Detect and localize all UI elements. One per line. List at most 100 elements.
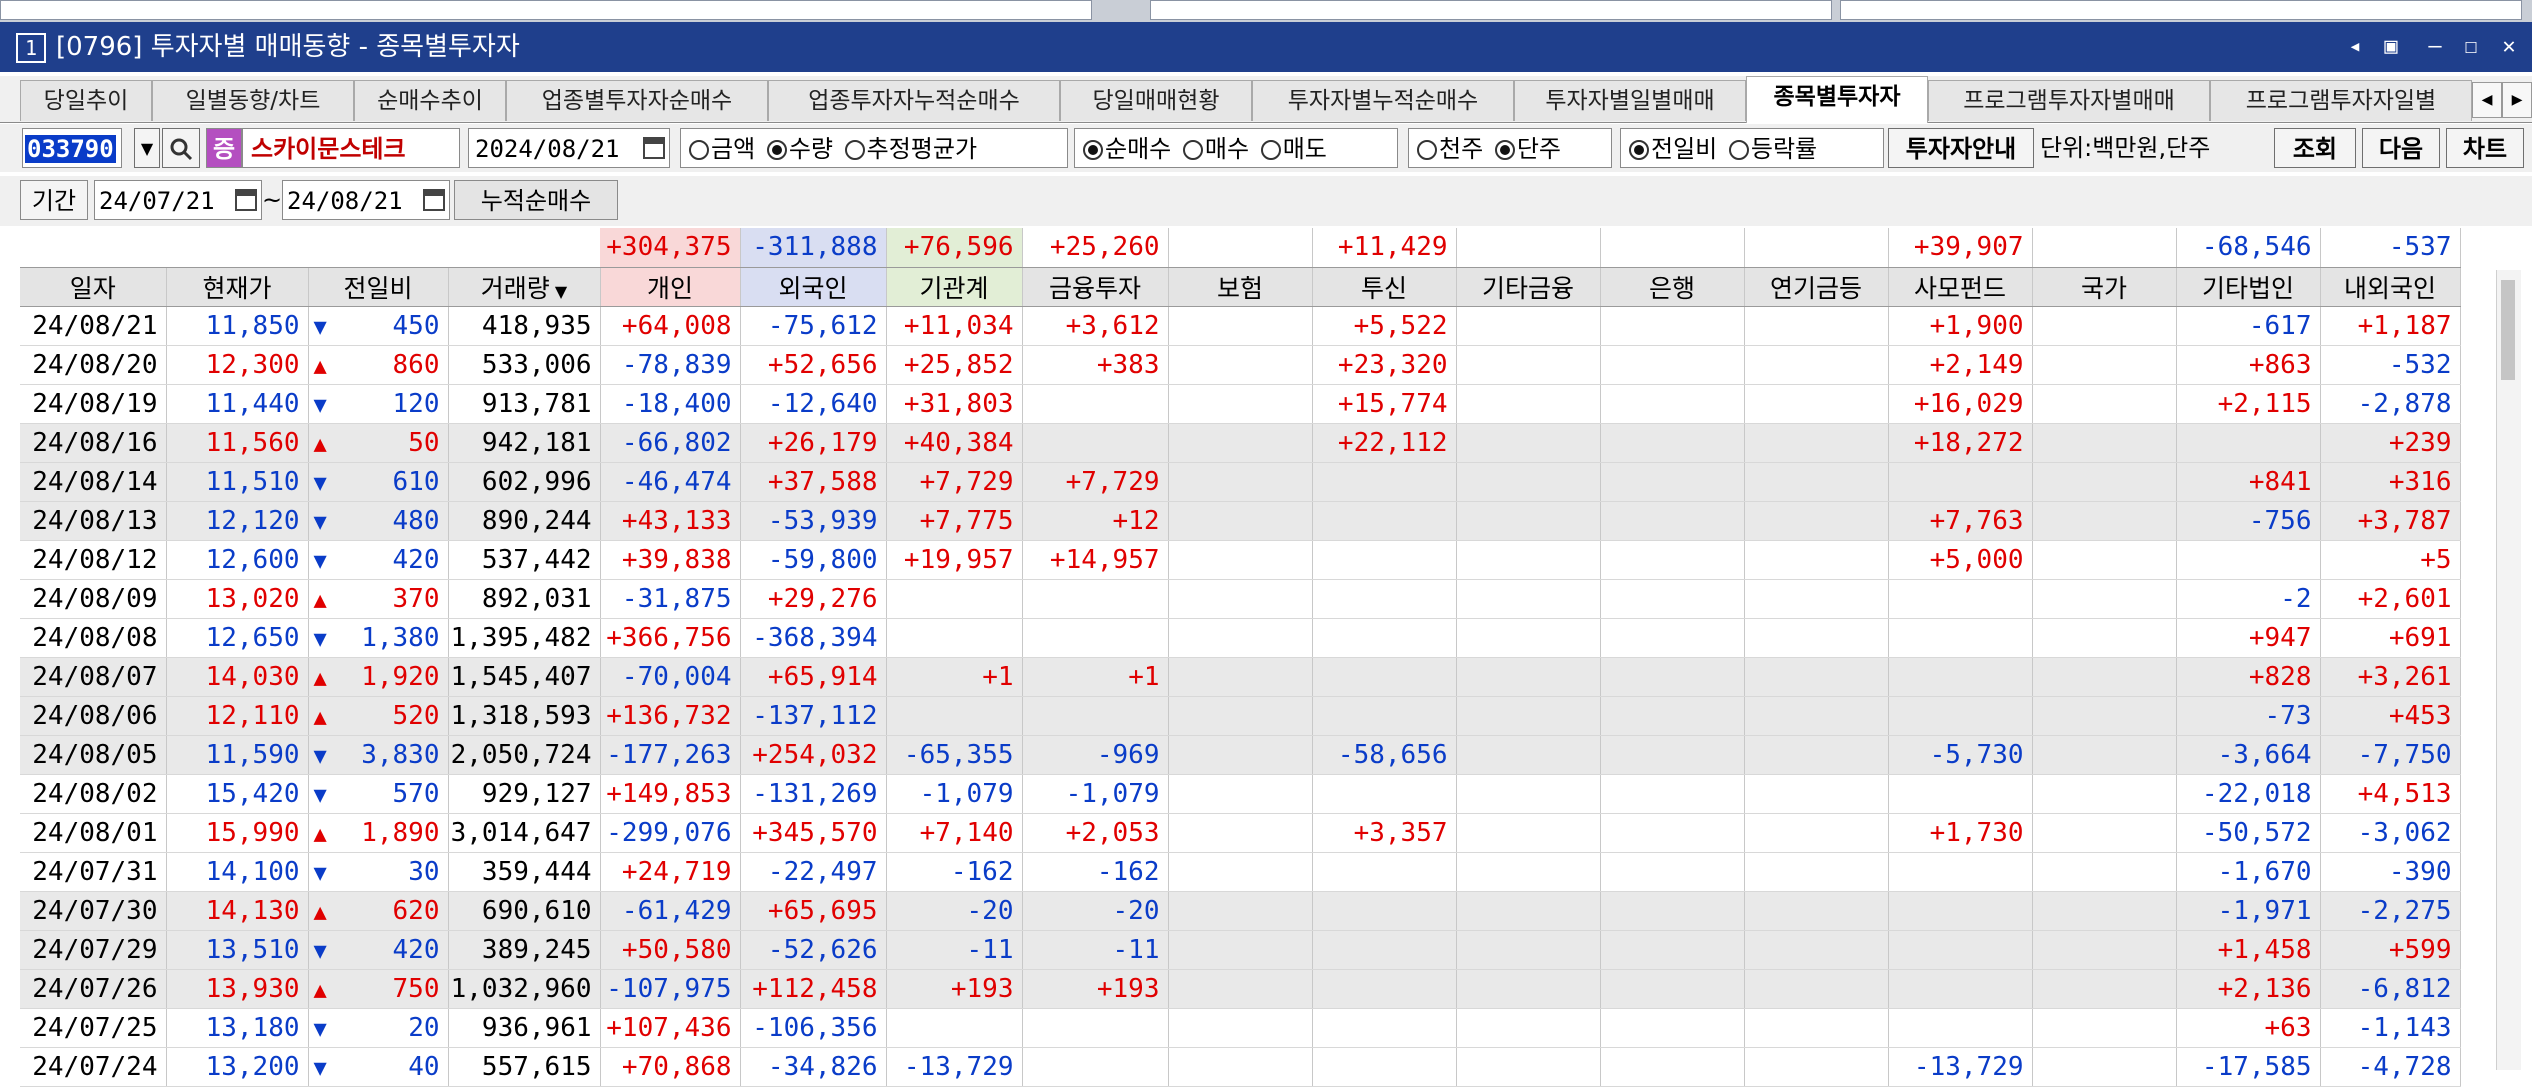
table-row[interactable]: 24/08/06 12,110 ▲ 520 1,318,593 +136,732 -137,…	[20, 696, 2461, 736]
change-value: 420	[392, 934, 440, 965]
period-to-input[interactable]: 24/08/21	[282, 180, 450, 220]
tab-net-buy-trend[interactable]: 순매수추이	[354, 80, 506, 121]
next-button[interactable]: 다음	[2362, 128, 2440, 168]
column-header[interactable]: 외국인	[740, 267, 887, 307]
investor-cell: +64,008	[600, 306, 741, 346]
tab-investor-cum-net-buy[interactable]: 투자자별누적순매수	[1252, 80, 1514, 121]
table-row[interactable]: 24/08/08 12,650 ▼ 1,380 1,395,482 +366,756 -36…	[20, 618, 2461, 658]
chart-button[interactable]: 차트	[2446, 128, 2524, 168]
table-row[interactable]: 24/08/07 14,030 ▲ 1,920 1,545,407 -70,004 +65,…	[20, 657, 2461, 697]
column-header[interactable]: 투신	[1312, 267, 1457, 307]
tab-scroll-right-icon[interactable]: ▶	[2502, 82, 2532, 118]
column-header[interactable]: 전일비	[308, 267, 449, 307]
radio-amount[interactable]: 금액	[685, 135, 755, 163]
investor-cell: +24,719	[600, 852, 741, 892]
radio-thousand-shares[interactable]: 천주	[1413, 135, 1483, 163]
table-row[interactable]: 24/08/13 12,120 ▼ 480 890,244 +43,133 -53,939 +…	[20, 501, 2461, 541]
radio-change-rate[interactable]: 등락률	[1725, 135, 1817, 163]
investor-cell	[1456, 462, 1601, 502]
table-row[interactable]: 24/08/14 11,510 ▼ 610 602,996 -46,474 +37,588 +…	[20, 462, 2461, 502]
tab-sector-cum-net-buy[interactable]: 업종투자자누적순매수	[768, 80, 1060, 121]
code-dropdown-icon[interactable]: ▼	[134, 128, 160, 168]
search-button[interactable]: 조회	[2274, 128, 2356, 168]
investor-cell	[1744, 891, 1889, 931]
vertical-scrollbar[interactable]	[2496, 270, 2521, 1070]
calendar-icon[interactable]	[235, 189, 257, 211]
price-cell: 11,510	[166, 462, 309, 502]
column-header[interactable]: 금융투자	[1022, 267, 1169, 307]
radio-single-shares[interactable]: 단주	[1491, 135, 1561, 163]
date-cell: 24/07/25	[20, 1008, 167, 1048]
tab-daily-trading[interactable]: 당일매매현황	[1060, 80, 1252, 121]
maximize-icon[interactable]: ☐	[2456, 32, 2486, 62]
radio-prev-day-diff[interactable]: 전일비	[1625, 135, 1717, 163]
table-row[interactable]: 24/08/16 11,560 ▲ 50 942,181 -66,802 +26,179 +4…	[20, 423, 2461, 463]
investor-cell: -66,802	[600, 423, 741, 463]
date-input[interactable]: 2024/08/21	[468, 128, 670, 168]
investor-cell	[1600, 852, 1745, 892]
column-header[interactable]: 일자	[20, 267, 167, 307]
table-row[interactable]: 24/07/31 14,100 ▼ 30 359,444 +24,719 -22,497 -1…	[20, 852, 2461, 892]
tab-program-investor-daily[interactable]: 프로그램투자자일별	[2210, 80, 2472, 121]
column-header[interactable]: 기타법인	[2176, 267, 2321, 307]
column-header[interactable]: 기관계	[886, 267, 1023, 307]
radio-buy[interactable]: 매수	[1179, 135, 1249, 163]
date-cell: 24/08/21	[20, 306, 167, 346]
table-row[interactable]: 24/07/24 13,200 ▼ 40 557,615 +70,868 -34,826 -1…	[20, 1047, 2461, 1087]
table-row[interactable]: 24/08/12 12,600 ▼ 420 537,442 +39,838 -59,800 +…	[20, 540, 2461, 580]
price-cell: 12,650	[166, 618, 309, 658]
table-row[interactable]: 24/08/21 11,850 ▼ 450 418,935 +64,008 -75,612 +…	[20, 306, 2461, 346]
investor-cell	[1744, 306, 1889, 346]
minimize-icon[interactable]: —	[2420, 32, 2450, 62]
tab-sector-net-buy[interactable]: 업종별투자자순매수	[506, 80, 768, 121]
table-row[interactable]: 24/08/09 13,020 ▲ 370 892,031 -31,875 +29,276 -…	[20, 579, 2461, 619]
prev-window-icon[interactable]: ◂	[2340, 32, 2370, 62]
column-header[interactable]: 거래량 ▼	[448, 267, 601, 307]
column-header[interactable]: 연기금등	[1744, 267, 1889, 307]
table-row[interactable]: 24/08/19 11,440 ▼ 120 913,781 -18,400 -12,640 +…	[20, 384, 2461, 424]
radio-sell[interactable]: 매도	[1257, 135, 1327, 163]
investor-cell: +3,787	[2320, 501, 2461, 541]
table-row[interactable]: 24/07/30 14,130 ▲ 620 690,610 -61,429 +65,695-…	[20, 891, 2461, 931]
investor-cell	[1456, 852, 1601, 892]
toolbar: 033790 ▼ 증 스카이문스테크 2024/08/21 금액 수량 추정평균…	[0, 124, 2532, 172]
radio-quantity[interactable]: 수량	[763, 135, 833, 163]
tab-investor-daily-trading[interactable]: 투자자별일별매매	[1514, 80, 1746, 121]
table-row[interactable]: 24/08/20 12,300 ▲ 860 533,006 -78,839 +52,656 +…	[20, 345, 2461, 385]
investor-guide-button[interactable]: 투자자안내	[1888, 128, 2034, 168]
column-header[interactable]: 은행	[1600, 267, 1745, 307]
column-header[interactable]: 보험	[1168, 267, 1313, 307]
table-row[interactable]: 24/08/05 11,590 ▼ 3,830 2,050,724 -177,263 +25…	[20, 735, 2461, 775]
sort-dropdown-icon[interactable]: ▼	[550, 282, 567, 301]
tab-stock-investor[interactable]: 종목별투자자	[1746, 76, 1928, 123]
investor-cell: -70,004	[600, 657, 741, 697]
tab-scroll-left-icon[interactable]: ◀	[2472, 82, 2502, 118]
table-row[interactable]: 24/08/02 15,420 ▼ 570 929,127 +149,853 -131,26…	[20, 774, 2461, 814]
table-row[interactable]: 24/07/26 13,930 ▲ 750 1,032,960 -107,975 +112,…	[20, 969, 2461, 1009]
table-row[interactable]: 24/07/29 13,510 ▼ 420 389,245 +50,580 -52,626-…	[20, 930, 2461, 970]
search-icon[interactable]	[162, 128, 200, 168]
period-from-input[interactable]: 24/07/21	[94, 180, 262, 220]
column-header[interactable]: 개인	[600, 267, 741, 307]
stock-code-input[interactable]: 033790	[22, 128, 122, 168]
price-cell: 14,100	[166, 852, 309, 892]
radio-net-buy[interactable]: 순매수	[1079, 135, 1171, 163]
table-row[interactable]: 24/07/25 13,180 ▼ 20 936,961 +107,436 -106,356…	[20, 1008, 2461, 1048]
tab-daily-trend[interactable]: 당일추이	[20, 80, 152, 121]
layout-icon[interactable]: ▣	[2376, 32, 2406, 62]
column-header[interactable]: 기타금융	[1456, 267, 1601, 307]
close-icon[interactable]: ✕	[2494, 32, 2524, 62]
table-row[interactable]: 24/08/01 15,990 ▲ 1,890 3,014,647 -299,076 +34…	[20, 813, 2461, 853]
calendar-icon[interactable]	[643, 137, 665, 159]
column-header[interactable]: 국가	[2032, 267, 2177, 307]
column-header[interactable]: 현재가	[166, 267, 309, 307]
investor-cell	[1168, 657, 1313, 697]
column-header[interactable]: 사모펀드	[1888, 267, 2033, 307]
scrollbar-thumb[interactable]	[2501, 280, 2515, 380]
tab-daily-chart[interactable]: 일별동향/차트	[152, 80, 354, 121]
radio-est-avg-price[interactable]: 추정평균가	[841, 135, 977, 163]
tab-program-investor-trading[interactable]: 프로그램투자자별매매	[1928, 80, 2210, 121]
calendar-icon[interactable]	[423, 189, 445, 211]
column-header[interactable]: 내외국인	[2320, 267, 2461, 307]
investor-cell	[886, 696, 1023, 736]
